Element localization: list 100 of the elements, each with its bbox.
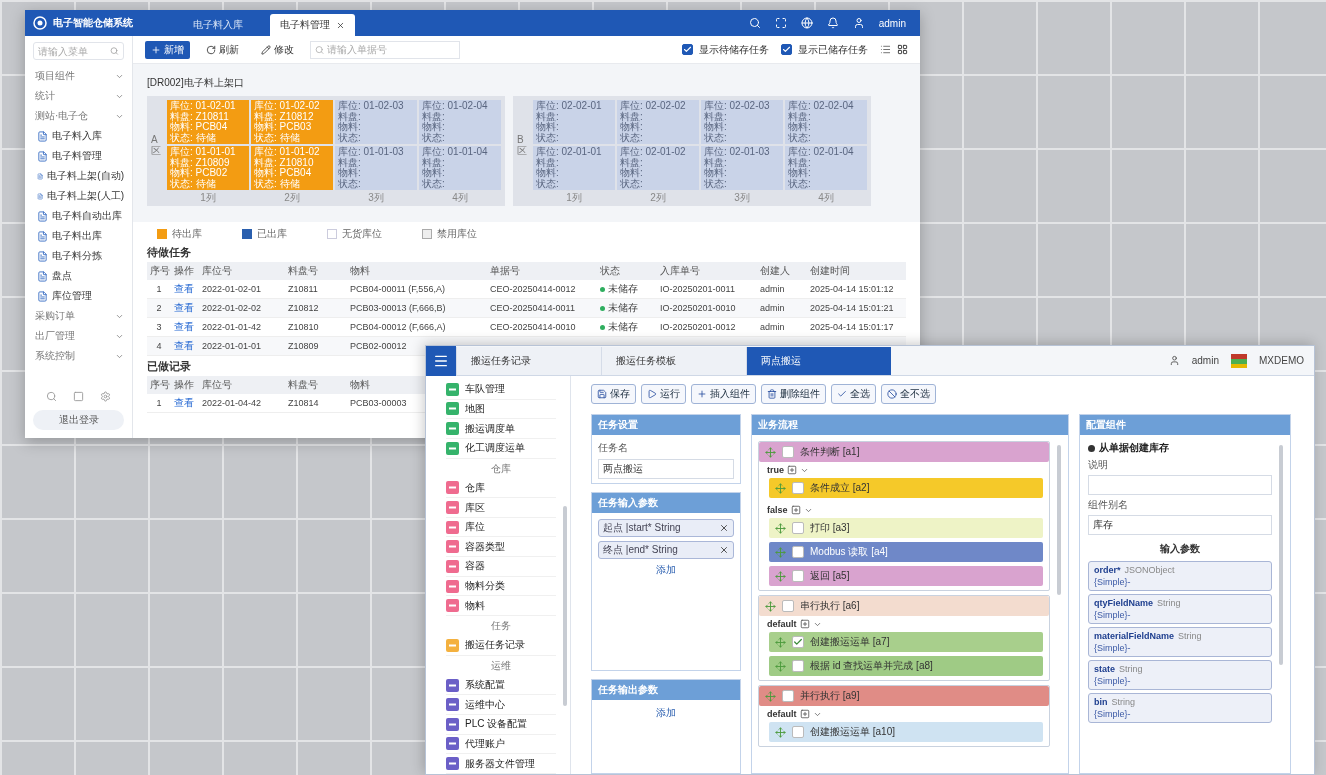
remove-icon[interactable] (719, 523, 729, 533)
user-icon[interactable] (1168, 355, 1180, 366)
sidebar-item[interactable]: 服务器文件管理 (446, 754, 556, 774)
sidebar-item[interactable]: 电子料入库 (25, 126, 132, 146)
text-field[interactable]: 库存 (1088, 515, 1272, 535)
storage-slot[interactable]: 库位: 02-02-03 料盘: 物料: 状态: (701, 100, 783, 144)
edit-button[interactable]: 修改 (255, 40, 300, 59)
param-card[interactable]: materialFieldName String {Simple}- (1088, 627, 1272, 657)
sidebar-item[interactable]: 库位 (446, 517, 556, 538)
search-field[interactable]: 请输入单据号 (327, 44, 455, 55)
logout-button[interactable]: 退出登录 (33, 410, 124, 430)
refresh-button[interactable]: 刷新 (200, 40, 245, 59)
menu-button[interactable] (426, 346, 456, 376)
tab[interactable]: 两点搬运 (746, 347, 891, 375)
tab[interactable]: 搬运任务记录 (456, 347, 601, 375)
sidebar-item[interactable]: 电子料分拣 (25, 246, 132, 266)
menu-group[interactable]: 出厂管理 (25, 326, 132, 346)
flow-block[interactable]: 串行执行 [a6] (759, 596, 1049, 616)
storage-slot[interactable]: 库位: 02-02-04 料盘: 物料: 状态: (785, 100, 867, 144)
sidebar-item[interactable]: 物料分类 (446, 576, 556, 597)
storage-slot[interactable]: 库位: 01-02-03 料盘: 物料: 状态: (335, 100, 417, 144)
square-icon[interactable] (73, 391, 84, 402)
sidebar-item[interactable]: 库区 (446, 498, 556, 518)
insert-button[interactable]: 插入组件 (691, 384, 756, 404)
fullscreen-icon[interactable] (774, 17, 787, 29)
none-button[interactable]: 全不选 (881, 384, 936, 404)
flow-block[interactable]: 条件成立 [a2] (769, 478, 1043, 498)
sidebar-item[interactable]: 运维中心 (446, 695, 556, 715)
menu-group[interactable]: 系统控制 (25, 346, 132, 366)
param-chip[interactable]: 终点 |end* String (598, 541, 734, 559)
view-link[interactable]: 查看 (171, 301, 197, 315)
add-icon[interactable] (790, 505, 801, 515)
move-icon[interactable] (775, 522, 786, 534)
scrollbar[interactable] (1279, 445, 1283, 665)
move-icon[interactable] (775, 482, 786, 494)
add-link[interactable]: 添加 (656, 706, 676, 720)
search-box[interactable]: 请输入菜单 (33, 42, 124, 60)
sidebar-item[interactable]: 盘点 (25, 266, 132, 286)
all-button[interactable]: 全选 (831, 384, 876, 404)
settings-icon[interactable] (100, 391, 111, 402)
checkbox[interactable] (782, 690, 794, 702)
storage-slot[interactable]: 库位: 02-01-02 料盘: 物料: 状态: (617, 146, 699, 190)
view-link[interactable]: 查看 (171, 396, 197, 410)
checkbox[interactable] (792, 522, 804, 534)
storage-slot[interactable]: 库位: 01-01-03 料盘: 物料: 状态: (335, 146, 417, 190)
storage-slot[interactable]: 库位: 02-02-02 料盘: 物料: 状态: (617, 100, 699, 144)
sidebar-item[interactable]: 电子料自动出库 (25, 206, 132, 226)
add-button[interactable]: 新增 (145, 40, 190, 59)
flow-block[interactable]: 创建搬运运单 [a10] (769, 722, 1043, 742)
bell-icon[interactable] (826, 17, 839, 29)
sidebar-item[interactable]: 车队管理 (446, 380, 556, 400)
sidebar-item[interactable]: 容器类型 (446, 537, 556, 558)
tab[interactable]: 搬运任务模板 (601, 347, 746, 375)
checkbox[interactable] (792, 482, 804, 494)
flow-block[interactable]: 创建搬运运单 [a7] (769, 632, 1043, 652)
view-link[interactable]: 查看 (171, 282, 197, 296)
checkbox[interactable] (792, 570, 804, 582)
search-icon[interactable] (748, 17, 761, 29)
menu-group[interactable]: 采购订单 (25, 306, 132, 326)
sidebar-item[interactable]: 搬运调度单 (446, 419, 556, 439)
user-name[interactable]: admin (1191, 355, 1219, 366)
checkbox[interactable] (682, 44, 693, 55)
sidebar-item[interactable]: 仓库 (446, 478, 556, 499)
move-icon[interactable] (775, 660, 786, 672)
checkbox[interactable] (792, 636, 804, 648)
sidebar-item[interactable]: 电子料管理 (25, 146, 132, 166)
checkbox[interactable] (782, 600, 794, 612)
flow-block[interactable]: 条件判断 [a1] (759, 442, 1049, 462)
tab[interactable]: 电子料入库 (175, 14, 260, 36)
sidebar-item[interactable]: 库位管理 (25, 286, 132, 306)
sidebar-item[interactable]: PLC 设备配置 (446, 714, 556, 735)
sidebar-item[interactable]: 代理账户 (446, 734, 556, 755)
flow-block[interactable]: 并行执行 [a9] (759, 686, 1049, 706)
grid-icon[interactable] (897, 44, 908, 55)
tab[interactable]: 电子料管理 (270, 14, 355, 36)
globe-icon[interactable] (800, 17, 813, 29)
flow-block[interactable]: 返回 [a5] (769, 566, 1043, 586)
move-icon[interactable] (775, 726, 786, 738)
param-card[interactable]: order* JSONObject {Simple}- (1088, 561, 1272, 591)
view-link[interactable]: 查看 (171, 320, 197, 334)
user-name[interactable]: admin (878, 17, 906, 29)
param-card[interactable]: qtyFieldName String {Simple}- (1088, 594, 1272, 624)
checkbox[interactable] (792, 726, 804, 738)
delete-button[interactable]: 删除组件 (761, 384, 826, 404)
checkbox[interactable] (781, 44, 792, 55)
sidebar-item[interactable]: 化工调度运单 (446, 438, 556, 459)
sidebar-item[interactable]: 电子料出库 (25, 226, 132, 246)
storage-slot[interactable]: 库位: 02-01-03 料盘: 物料: 状态: (701, 146, 783, 190)
storage-slot[interactable]: 库位: 02-01-01 料盘: 物料: 状态: (533, 146, 615, 190)
view-link[interactable]: 查看 (171, 339, 197, 353)
search-field[interactable]: 请输入菜单 (38, 45, 109, 57)
sidebar-item[interactable]: 地图 (446, 399, 556, 420)
scrollbar[interactable] (563, 506, 567, 706)
remove-icon[interactable] (719, 545, 729, 555)
move-icon[interactable] (765, 600, 776, 612)
user-icon[interactable] (852, 17, 865, 29)
storage-slot[interactable]: 库位: 01-02-04 料盘: 物料: 状态: (419, 100, 501, 144)
checkbox[interactable] (782, 446, 794, 458)
flow-block[interactable]: 根据 id 查找运单并完成 [a8] (769, 656, 1043, 676)
run-button[interactable]: 运行 (641, 384, 686, 404)
